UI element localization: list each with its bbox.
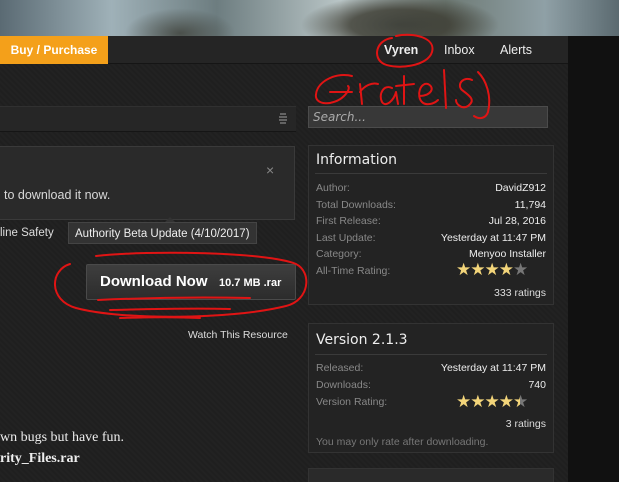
update-tab-current[interactable]: Authority Beta Update (4/10/2017) bbox=[68, 222, 257, 244]
buy-purchase-button[interactable]: Buy / Purchase bbox=[0, 36, 108, 64]
version-label-rating: Version Rating: bbox=[316, 396, 388, 408]
version-label-downloads: Downloads: bbox=[316, 379, 371, 391]
info-value-last-update: Yesterday at 11:47 PM bbox=[440, 232, 546, 244]
star-icon: ★ bbox=[484, 392, 500, 412]
version-ratings-count: 3 ratings bbox=[505, 418, 546, 430]
star-icon: ★ bbox=[456, 392, 471, 412]
description-text: wn bugs but have fun. bbox=[0, 430, 125, 445]
star-icon: ★ bbox=[498, 260, 514, 280]
info-label-rating: All-Time Rating: bbox=[316, 265, 391, 277]
info-label-last-update: Last Update: bbox=[316, 232, 376, 244]
info-label-category: Category: bbox=[316, 248, 362, 260]
all-time-rating-stars: ★★★★★ bbox=[456, 260, 528, 280]
download-notice bbox=[0, 146, 295, 220]
version-value-downloads: 740 bbox=[528, 379, 546, 391]
download-size: 10.7 MB .rar bbox=[219, 277, 282, 289]
notice-text: to download it now. bbox=[4, 188, 111, 202]
rating-note: You may only rate after downloading. bbox=[316, 436, 489, 448]
info-value-category[interactable]: Menyoo Installer bbox=[469, 248, 546, 260]
banner-tree-decoration bbox=[300, 0, 500, 36]
all-time-ratings-count: 333 ratings bbox=[494, 287, 546, 299]
information-title: Information bbox=[316, 152, 398, 168]
info-value-first-release: Jul 28, 2016 bbox=[488, 215, 546, 227]
divider bbox=[315, 354, 547, 355]
page-margin bbox=[568, 36, 619, 482]
resource-title-bar bbox=[0, 106, 296, 132]
version-rating-stars: ★★★★★ bbox=[456, 392, 528, 412]
nav-user-link[interactable]: Vyren bbox=[384, 36, 418, 64]
version-value-released: Yesterday at 11:47 PM bbox=[440, 362, 546, 374]
star-half-icon: ★ bbox=[513, 392, 528, 412]
watch-resource-link[interactable]: Watch This Resource bbox=[188, 329, 288, 341]
version-title: Version 2.1.3 bbox=[316, 332, 408, 348]
star-icon: ★ bbox=[470, 260, 485, 280]
star-icon: ★ bbox=[470, 392, 485, 412]
version-label-released: Released: bbox=[316, 362, 364, 374]
banner-tree-decoration bbox=[120, 6, 240, 36]
file-link[interactable]: rity_Files.rar bbox=[0, 451, 80, 467]
close-icon[interactable]: × bbox=[266, 162, 274, 178]
info-value-author[interactable]: DavidZ912 bbox=[495, 182, 546, 194]
star-icon: ★ bbox=[456, 260, 471, 280]
update-tab-previous[interactable]: line Safety bbox=[0, 223, 60, 243]
nav-inbox-link[interactable]: Inbox bbox=[444, 36, 475, 64]
info-label-total-downloads: Total Downloads: bbox=[316, 199, 396, 211]
site-banner bbox=[0, 0, 619, 36]
nav-alerts-link[interactable]: Alerts bbox=[500, 36, 532, 64]
star-empty-icon: ★ bbox=[513, 260, 528, 280]
download-label[interactable]: Download Now bbox=[100, 273, 208, 290]
divider bbox=[315, 173, 547, 174]
info-label-author: Author: bbox=[316, 182, 350, 194]
info-value-total-downloads: 11,794 bbox=[514, 199, 546, 211]
star-icon: ★ bbox=[498, 392, 514, 412]
info-label-first-release: First Release: bbox=[316, 215, 381, 227]
sidebar-panel bbox=[308, 468, 554, 482]
star-icon: ★ bbox=[484, 260, 500, 280]
sort-icon[interactable] bbox=[277, 112, 289, 124]
search-input[interactable]: Search... bbox=[308, 106, 548, 128]
